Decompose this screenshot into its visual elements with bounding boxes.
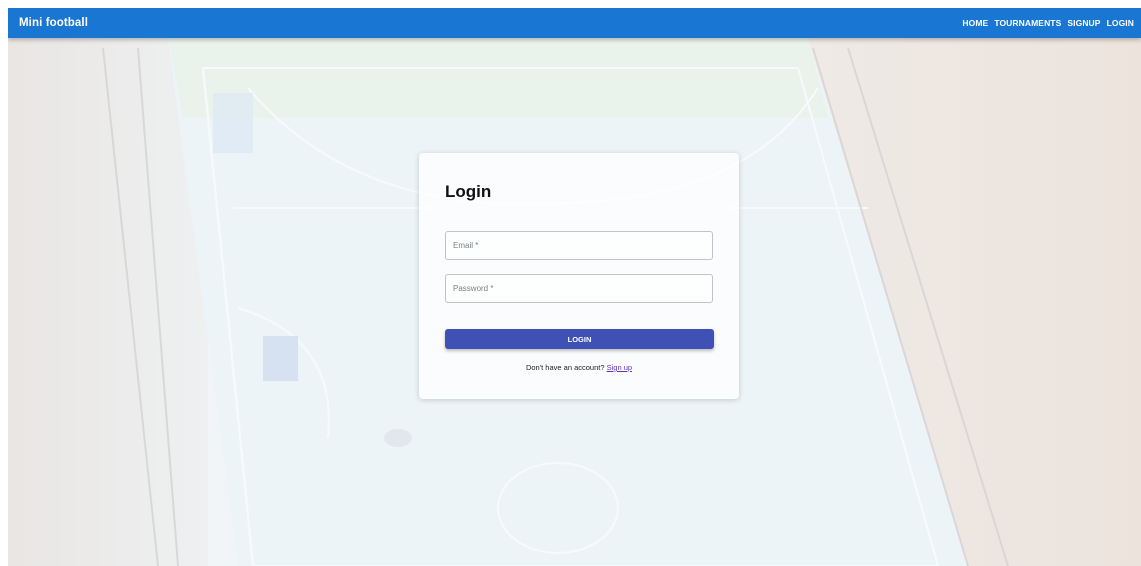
email-input[interactable]	[453, 241, 712, 250]
nav-signup-link[interactable]: SIGNUP	[1064, 18, 1103, 28]
password-input[interactable]	[453, 284, 712, 293]
email-field-container	[445, 231, 713, 260]
signup-prompt-row: Don't have an account? Sign up	[419, 363, 739, 372]
login-title: Login	[445, 182, 492, 201]
app-bar: Mini football HOME TOURNAMENTS SIGNUP LO…	[8, 8, 1141, 38]
password-field-container	[445, 274, 713, 303]
nav-home-link[interactable]: HOME	[959, 18, 991, 28]
login-button[interactable]: LOGIN	[445, 329, 714, 349]
app-title[interactable]: Mini football	[19, 17, 88, 29]
login-card: Login LOGIN Don't have an account? Sign …	[419, 153, 739, 399]
top-nav: HOME TOURNAMENTS SIGNUP LOGIN	[959, 18, 1137, 28]
signup-link[interactable]: Sign up	[607, 363, 632, 372]
nav-tournaments-link[interactable]: TOURNAMENTS	[991, 18, 1064, 28]
nav-login-link[interactable]: LOGIN	[1104, 18, 1137, 28]
app-frame: Mini football HOME TOURNAMENTS SIGNUP LO…	[8, 8, 1141, 566]
signup-prompt-text: Don't have an account?	[525, 363, 605, 372]
